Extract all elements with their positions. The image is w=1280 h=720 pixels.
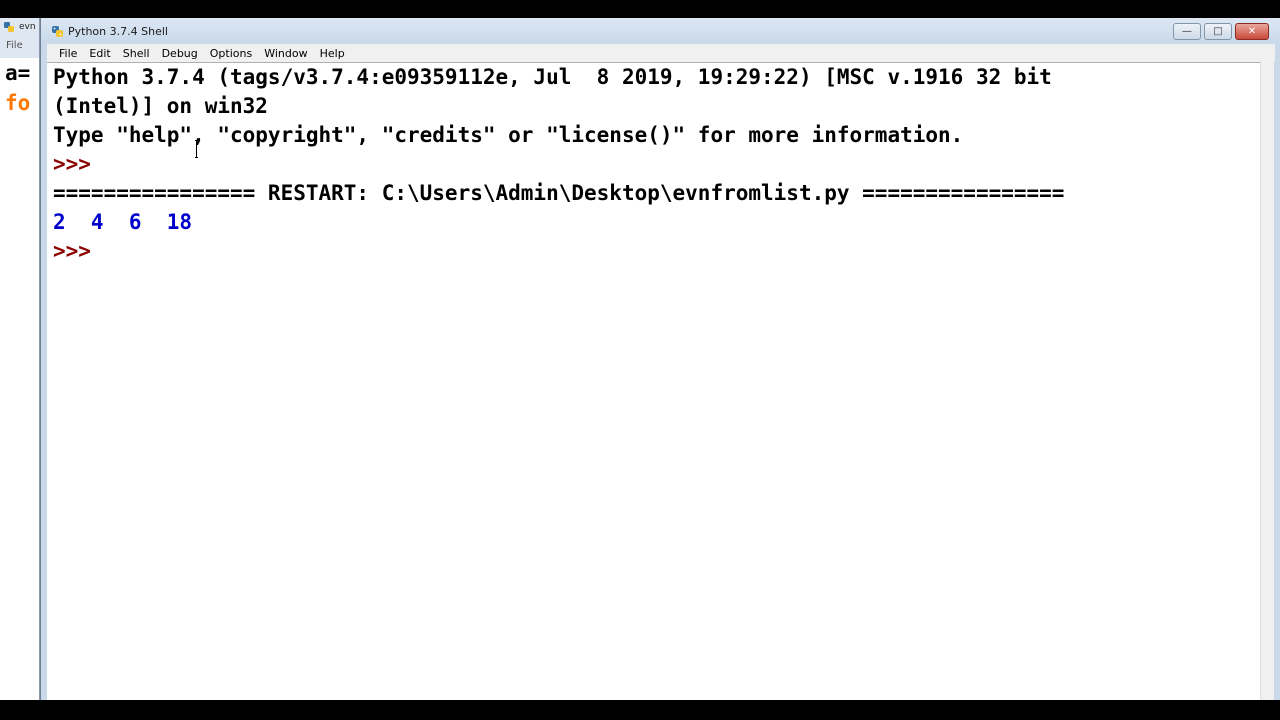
menu-options[interactable]: Options <box>204 47 258 60</box>
menu-debug[interactable]: Debug <box>156 47 204 60</box>
background-menubar: File <box>0 36 39 54</box>
menubar: File Edit Shell Debug Options Window Hel… <box>47 44 1275 62</box>
menu-edit[interactable]: Edit <box>83 47 116 60</box>
python-icon <box>52 25 63 37</box>
text-cursor-icon <box>195 140 198 158</box>
video-bottom-bar <box>0 700 1280 720</box>
background-window-title: evn <box>19 22 36 32</box>
close-icon: ✕ <box>1247 25 1257 37</box>
window-controls: — □ ✕ <box>1173 23 1269 40</box>
maximize-icon: □ <box>1213 25 1223 37</box>
python-shell-window: Python 3.7.4 Shell — □ ✕ File Edit Shell… <box>40 18 1280 700</box>
menu-help[interactable]: Help <box>314 47 351 60</box>
banner-line: Python 3.7.4 (tags/v3.7.4:e09359112e, Ju… <box>53 65 1052 89</box>
background-titlebar[interactable]: evn <box>0 18 39 36</box>
maximize-button[interactable]: □ <box>1204 23 1232 40</box>
window-title: Python 3.7.4 Shell <box>68 24 168 38</box>
vertical-scrollbar[interactable] <box>1260 62 1274 700</box>
titlebar[interactable]: Python 3.7.4 Shell — □ ✕ <box>41 18 1280 44</box>
menu-file[interactable]: File <box>53 47 83 60</box>
background-menu-file[interactable]: File <box>6 40 23 51</box>
shell-prompt: >>> <box>53 152 104 176</box>
shell-prompt: >>> <box>53 239 104 263</box>
menu-window[interactable]: Window <box>258 47 313 60</box>
minimize-icon: — <box>1182 25 1192 37</box>
restart-line: ================ RESTART: C:\Users\Admin… <box>53 181 1065 205</box>
code-line: a= <box>5 61 31 85</box>
video-top-bar <box>0 0 1280 18</box>
program-output: 2 4 6 18 <box>53 210 193 234</box>
minimize-button[interactable]: — <box>1173 23 1201 40</box>
python-icon <box>4 22 14 32</box>
shell-text-area[interactable]: Python 3.7.4 (tags/v3.7.4:e09359112e, Ju… <box>47 62 1261 700</box>
banner-line: Type "help", "copyright", "credits" or "… <box>53 123 964 147</box>
background-editor-text[interactable]: a= fo <box>0 58 39 700</box>
close-button[interactable]: ✕ <box>1235 23 1269 40</box>
background-editor-window[interactable]: evn File a= fo <box>0 18 40 700</box>
menu-shell[interactable]: Shell <box>117 47 156 60</box>
banner-line: (Intel)] on win32 <box>53 94 268 118</box>
code-line: fo <box>5 91 31 115</box>
